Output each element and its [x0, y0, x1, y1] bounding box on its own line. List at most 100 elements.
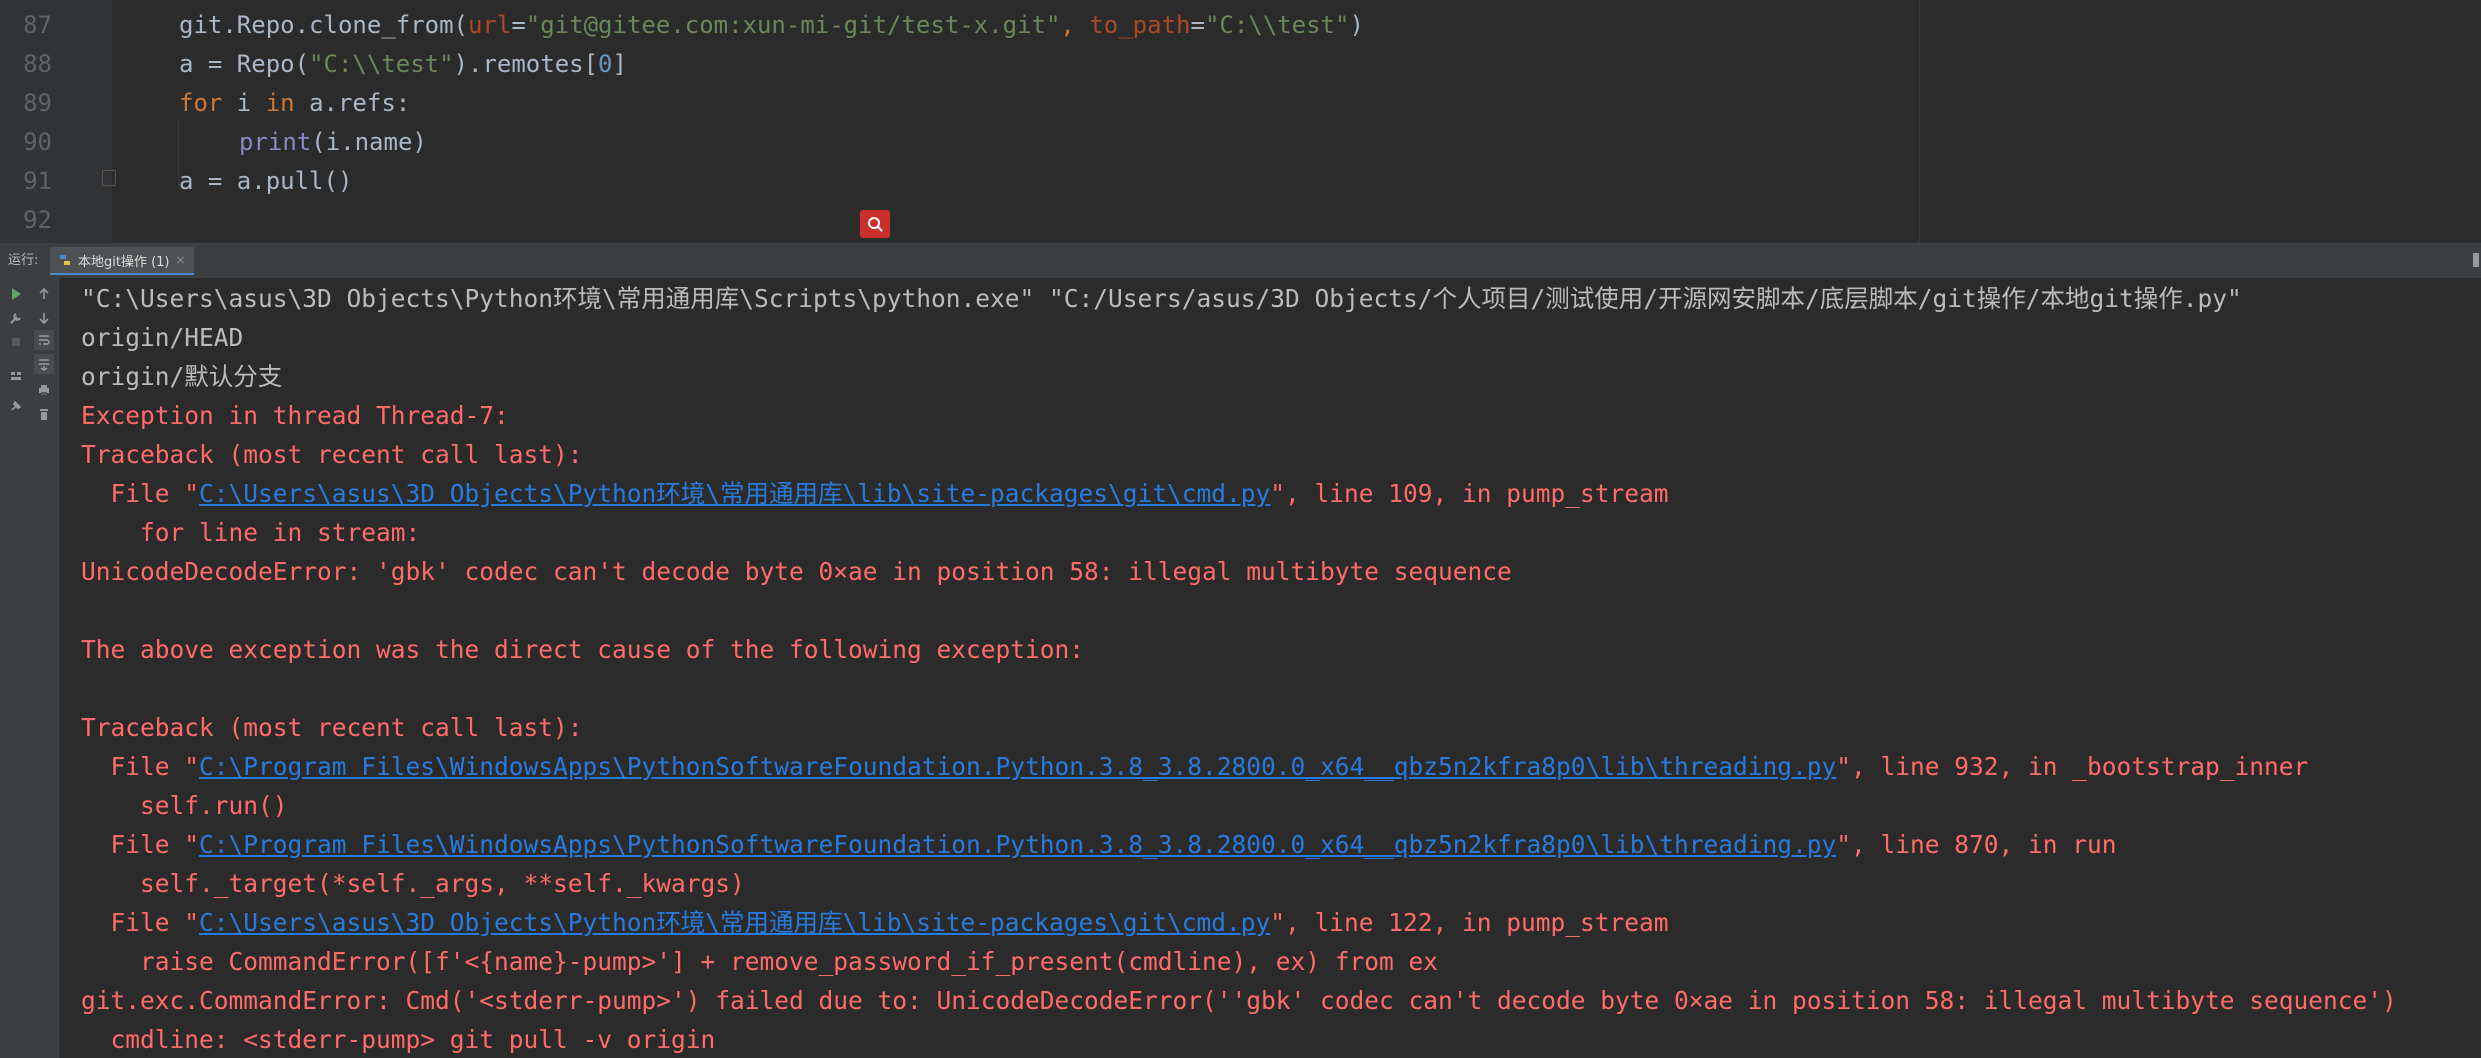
line-number-gutter[interactable]: 87 88 89 90 91 92 — [0, 0, 116, 242]
run-console[interactable]: "C:\Users\asus\3D Objects\Python环境\常用通用库… — [60, 278, 2481, 1058]
traceback-suffix: ", line 122, in pump_stream — [1270, 908, 1669, 937]
code-token: "git@gitee.com:xun-mi-git/test-x.git" — [525, 11, 1061, 39]
close-tab-button[interactable]: × — [176, 253, 186, 267]
scroll-down-button[interactable] — [34, 308, 54, 328]
traceback-suffix: ", line 932, in _bootstrap_inner — [1836, 752, 2309, 781]
scroll-up-button[interactable] — [34, 284, 54, 304]
console-error-line: cmdline: <stderr-pump> git pull -v origi… — [81, 1025, 716, 1054]
wrench-icon — [10, 313, 21, 324]
line-number: 88 — [23, 50, 52, 78]
stop-icon — [12, 338, 20, 346]
console-error-line: for line in stream: — [81, 518, 421, 547]
line-number: 87 — [23, 11, 52, 39]
console-error-line: Traceback (most recent call last): — [81, 713, 583, 742]
console-error-line: self.run() — [81, 791, 288, 820]
console-error-line: self._target(*self._args, **self._kwargs… — [81, 869, 745, 898]
ide-window: 87 88 89 90 91 92 git.Repo.clone_from(ur… — [0, 0, 2481, 1058]
traceback-suffix: ", line 870, in run — [1836, 830, 2117, 859]
console-error-line: raise CommandError([f'<{name}-pump>'] + … — [81, 947, 1439, 976]
rerun-button[interactable] — [6, 284, 26, 304]
print-button[interactable] — [34, 380, 54, 400]
console-line: origin/HEAD — [81, 323, 244, 352]
code-line-89[interactable]: for i in a.refs: — [179, 84, 410, 123]
python-icon — [60, 255, 70, 265]
traceback-file-link[interactable]: C:\Users\asus\3D Objects\Python环境\常用通用库\… — [199, 908, 1270, 937]
stop-button[interactable] — [6, 332, 26, 352]
code-token: ] — [612, 50, 627, 78]
scroll-down-icon — [39, 313, 49, 325]
code-token: in — [265, 89, 295, 117]
code-line-87[interactable]: git.Repo.clone_from(url="git@gitee.com:x… — [179, 6, 1364, 45]
code-token: git.Repo.clone_from( — [179, 11, 468, 39]
run-tab-label: 本地git操作 (1) — [78, 254, 170, 270]
code-token: = — [511, 11, 526, 39]
traceback-prefix: File " — [81, 752, 200, 781]
layout-icon — [11, 372, 21, 380]
code-token: 0 — [598, 50, 613, 78]
line-number: 91 — [23, 167, 52, 195]
clear-all-button[interactable] — [34, 404, 54, 424]
code-token: a = a.pull() — [179, 167, 353, 195]
traceback-prefix: File " — [81, 908, 200, 937]
pin-tab-button[interactable] — [6, 396, 26, 416]
panel-options-icon[interactable] — [2473, 253, 2479, 267]
console-error-line: Traceback (most recent call last): — [81, 440, 583, 469]
code-token: a = Repo( — [179, 50, 310, 78]
edit-config-button[interactable] — [6, 308, 26, 328]
scroll-to-end-toggle[interactable] — [34, 354, 54, 374]
scroll-to-end-icon — [39, 359, 49, 371]
run-tool-window-header: 运行: 本地git操作 (1) × — [0, 242, 2481, 278]
code-editor[interactable]: 87 88 89 90 91 92 git.Repo.clone_from(ur… — [0, 0, 2481, 242]
run-toolbar — [0, 278, 60, 1058]
line-number: 92 — [23, 206, 52, 234]
code-token: "C:\\test" — [1204, 11, 1350, 39]
search-icon — [868, 217, 883, 232]
run-icon — [12, 288, 21, 300]
code-token: ) — [1349, 11, 1364, 39]
inspect-button[interactable] — [860, 210, 890, 238]
console-traceback-line: File "C:\Program Files\WindowsApps\Pytho… — [81, 825, 2117, 864]
print-icon — [39, 385, 49, 395]
console-traceback-line: File "C:\Users\asus\3D Objects\Python环境\… — [81, 903, 1669, 942]
code-token: for — [179, 89, 223, 117]
console-error-line: git.exc.CommandError: Cmd('<stderr-pump>… — [81, 986, 2397, 1015]
code-token: (i.name) — [311, 128, 427, 156]
fold-marker-icon[interactable] — [102, 170, 116, 186]
code-token: to_path — [1089, 11, 1191, 39]
traceback-prefix: File " — [81, 830, 200, 859]
code-token: i — [222, 89, 266, 117]
code-token: print — [239, 128, 312, 156]
console-error-line: UnicodeDecodeError: 'gbk' codec can't de… — [81, 557, 1512, 586]
code-line-88[interactable]: a = Repo("C:\\test").remotes[0] — [179, 45, 627, 84]
traceback-prefix: File " — [81, 479, 200, 508]
traceback-file-link[interactable]: C:\Program Files\WindowsApps\PythonSoftw… — [199, 830, 1836, 859]
code-token: "C:\\test" — [309, 50, 454, 78]
run-config-tab[interactable]: 本地git操作 (1) × — [50, 247, 194, 275]
right-margin-guide — [1919, 0, 1920, 242]
trash-icon — [40, 409, 48, 420]
restore-layout-button[interactable] — [6, 366, 26, 386]
code-token: = — [1190, 11, 1205, 39]
console-traceback-line: File "C:\Users\asus\3D Objects\Python环境\… — [81, 474, 1669, 513]
console-line: origin/默认分支 — [81, 362, 283, 391]
traceback-file-link[interactable]: C:\Program Files\WindowsApps\PythonSoftw… — [199, 752, 1836, 781]
pin-icon — [11, 400, 22, 411]
code-token: ).remotes[ — [453, 50, 599, 78]
code-line-91[interactable]: a = a.pull() — [179, 162, 352, 201]
console-traceback-line: File "C:\Program Files\WindowsApps\Pytho… — [81, 747, 2309, 786]
scroll-up-icon — [39, 287, 49, 299]
traceback-suffix: ", line 109, in pump_stream — [1270, 479, 1669, 508]
code-token: , — [1060, 11, 1090, 39]
console-error-line: Exception in thread Thread-7: — [81, 401, 509, 430]
soft-wrap-icon — [39, 335, 50, 345]
console-error-line: The above exception was the direct cause… — [81, 635, 1085, 664]
line-number: 90 — [23, 128, 52, 156]
console-line: "C:\Users\asus\3D Objects\Python环境\常用通用库… — [81, 284, 2242, 313]
run-panel-label: 运行: — [8, 253, 39, 268]
code-token: url — [467, 11, 512, 39]
code-token: a.refs: — [294, 89, 411, 117]
line-number: 89 — [23, 89, 52, 117]
code-line-90[interactable]: print(i.name) — [239, 123, 427, 162]
soft-wrap-toggle[interactable] — [34, 330, 54, 350]
traceback-file-link[interactable]: C:\Users\asus\3D Objects\Python环境\常用通用库\… — [199, 479, 1270, 508]
